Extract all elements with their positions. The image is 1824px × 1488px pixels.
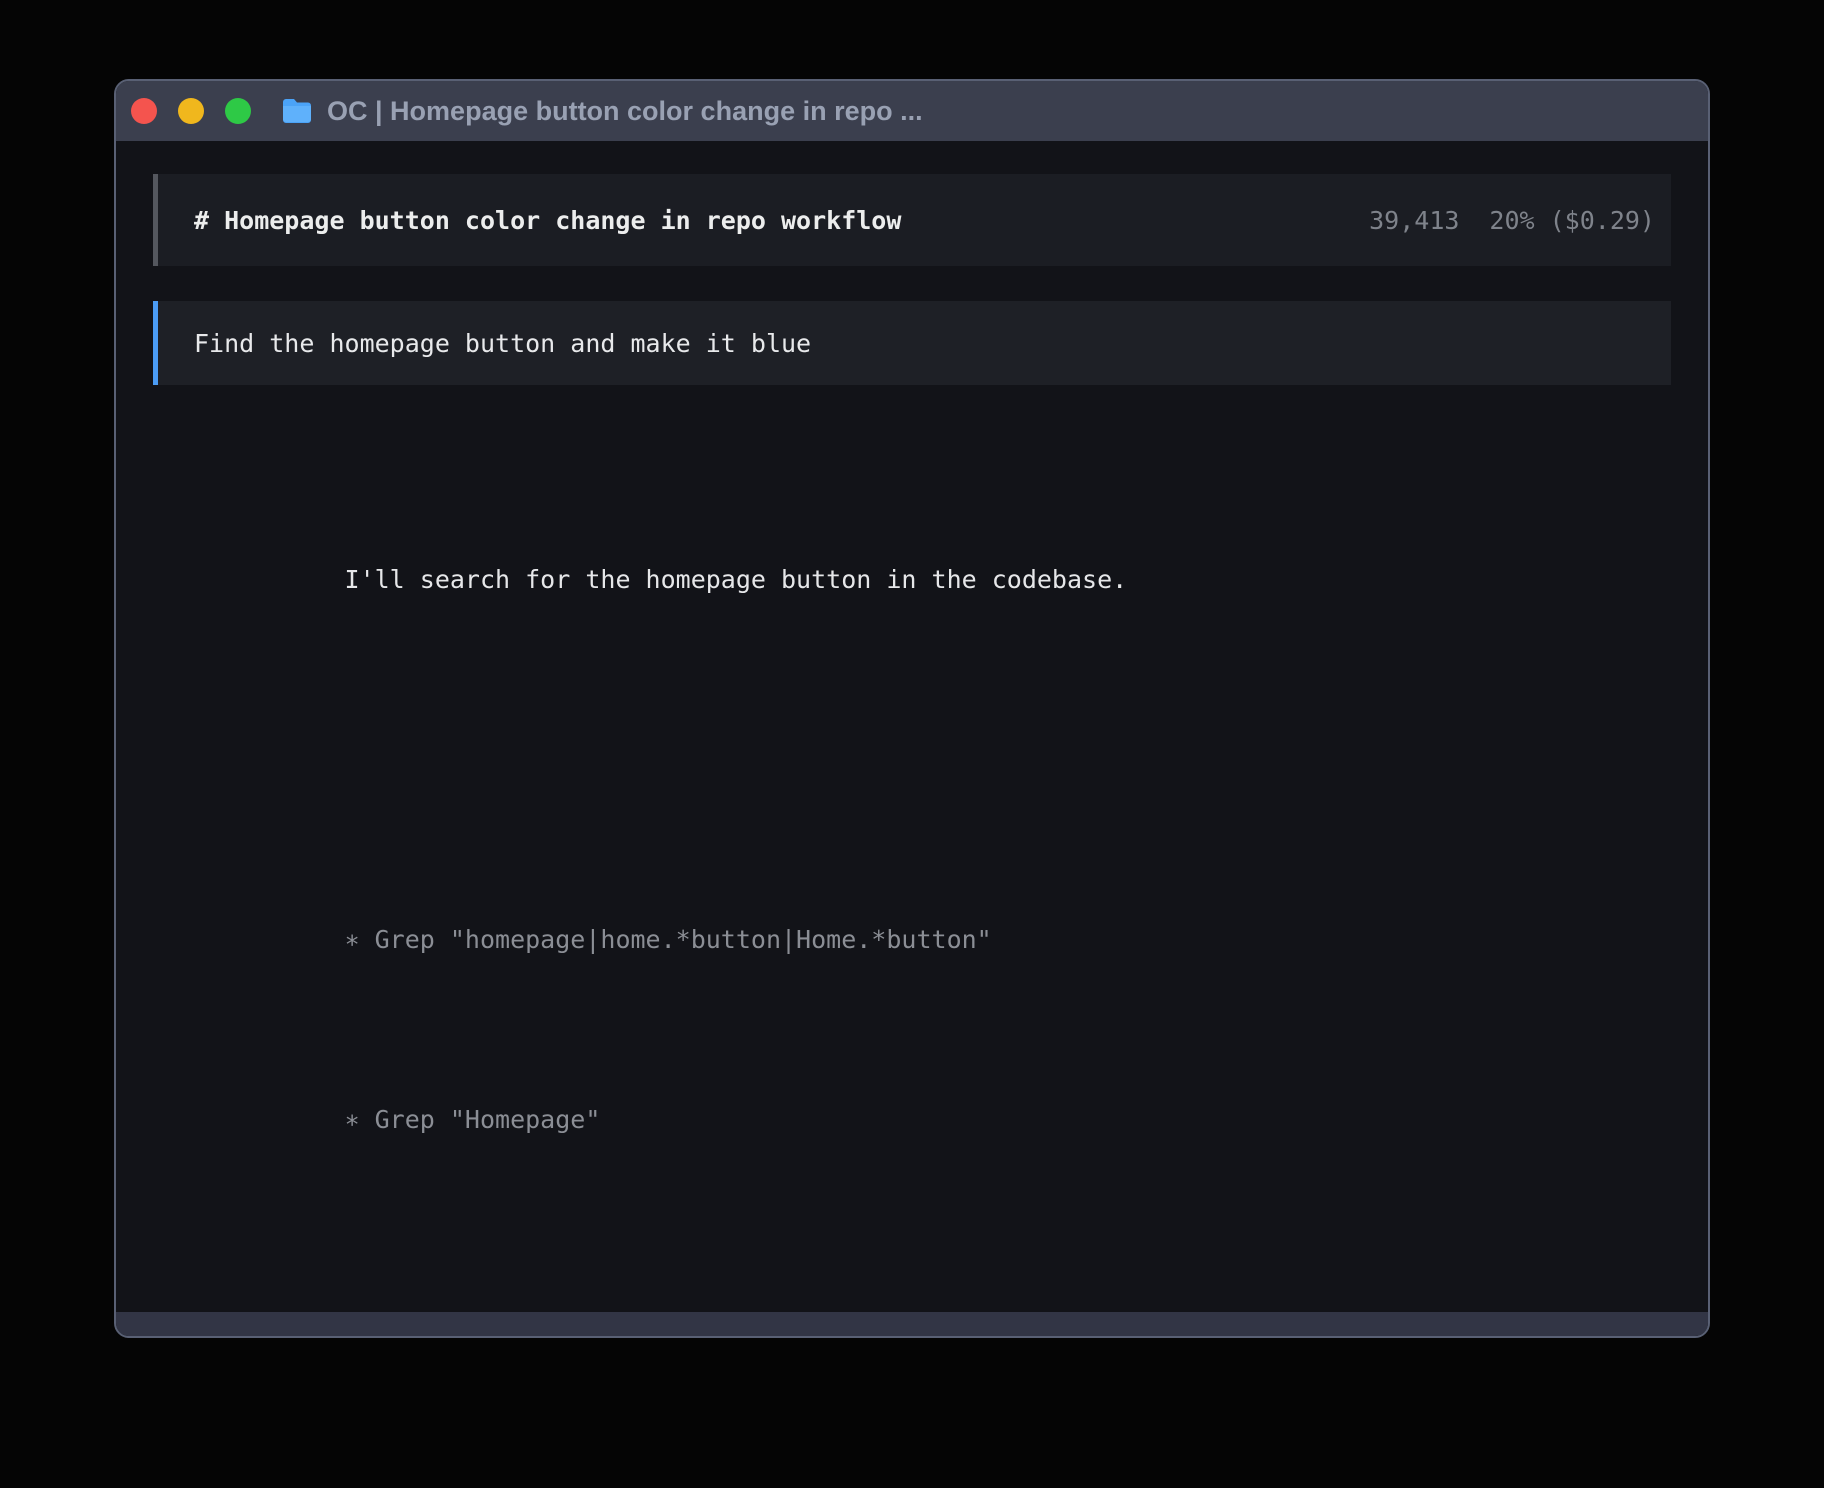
close-button[interactable] (131, 98, 157, 124)
transcript-line: I'll search for the homepage button in t… (194, 535, 1671, 625)
traffic-lights (131, 98, 251, 124)
zoom-button[interactable] (225, 98, 251, 124)
window-title: OC | Homepage button color change in rep… (327, 96, 923, 127)
transcript-line: ∗ Grep "homepage|home.*button|Home.*butt… (194, 895, 1671, 985)
minimize-button[interactable] (178, 98, 204, 124)
user-message-text: Find the homepage button and make it blu… (194, 329, 811, 358)
window-titlebar[interactable]: OC | Homepage button color change in rep… (116, 81, 1708, 141)
token-count: 39,413 (1369, 206, 1459, 235)
session-title: # Homepage button color change in repo w… (194, 206, 901, 235)
folder-icon (281, 98, 313, 124)
terminal-content: # Homepage button color change in repo w… (116, 141, 1708, 1312)
session-stats: 39,413 20% ($0.29) (1369, 206, 1655, 235)
transcript-line (194, 715, 1671, 805)
user-message-block: Find the homepage button and make it blu… (153, 301, 1671, 385)
terminal-window: OC | Homepage button color change in rep… (114, 79, 1710, 1338)
context-cost: 20% ($0.29) (1489, 206, 1655, 235)
window-footer (116, 1312, 1708, 1338)
session-header-block: # Homepage button color change in repo w… (153, 174, 1671, 266)
transcript-line: ∗ Grep "Homepage" (194, 1075, 1671, 1165)
assistant-transcript: I'll search for the homepage button in t… (153, 415, 1671, 1338)
